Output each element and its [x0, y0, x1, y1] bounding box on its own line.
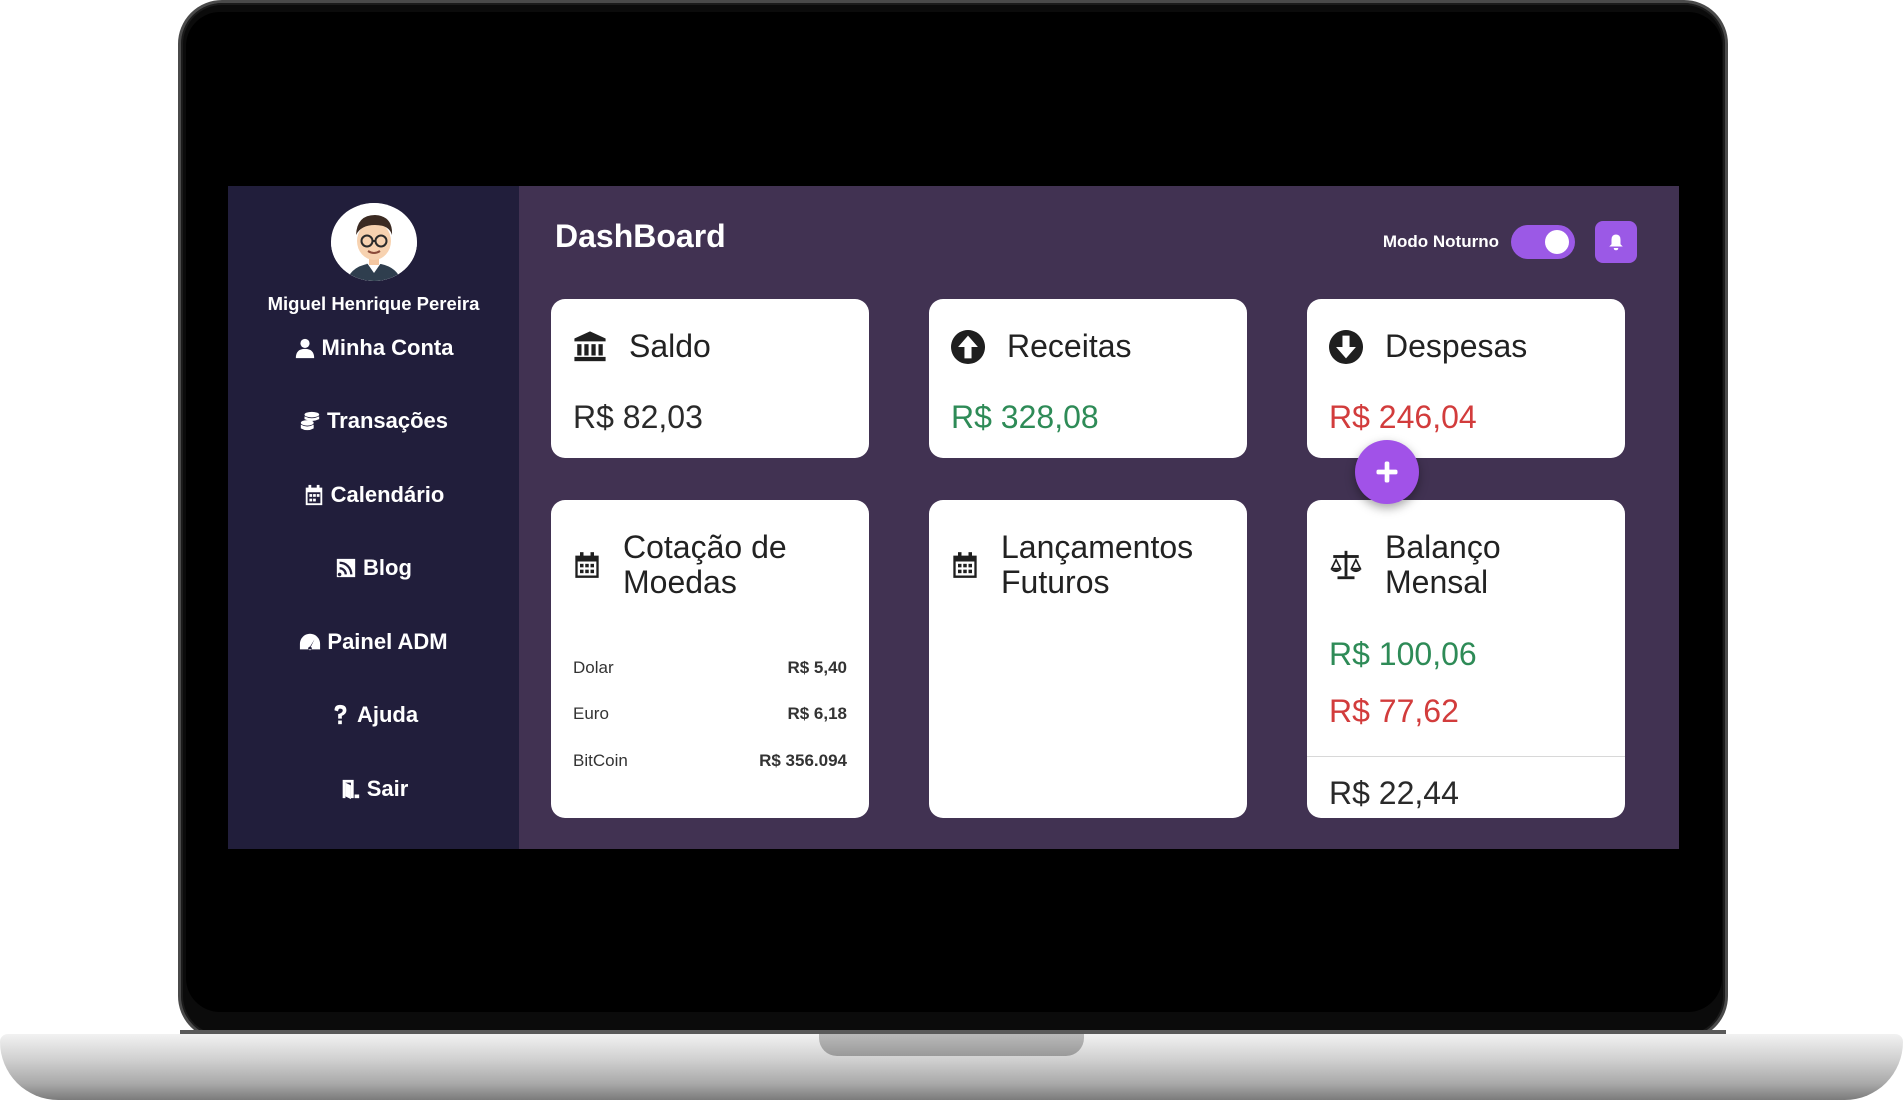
arrow-up-circle-icon	[951, 329, 985, 364]
divider	[1307, 756, 1625, 757]
card-cotacao-moedas[interactable]: Cotação de Moedas Dolar R$ 5,40 Euro R$ …	[551, 500, 869, 818]
card-title: Balanço Mensal	[1385, 529, 1501, 601]
sidebar-item-label: Blog	[363, 555, 412, 580]
sidebar-item-blog[interactable]: Blog	[335, 555, 412, 629]
card-header: Despesas	[1329, 328, 1528, 364]
door-exit-icon	[342, 779, 359, 799]
night-mode-toggle[interactable]	[1511, 225, 1575, 259]
card-title: Receitas	[1007, 328, 1132, 364]
rate-name: BitCoin	[573, 751, 628, 770]
sidebar-item-label: Sair	[366, 775, 409, 801]
card-title: Despesas	[1385, 328, 1528, 364]
card-balanco-mensal[interactable]: Balanço Mensal R$ 100,06 R$ 77,62 R$ 22,…	[1307, 500, 1625, 818]
card-header: Cotação de Moedas	[573, 529, 787, 601]
card-receitas[interactable]: Receitas R$ 328,08	[929, 299, 1247, 458]
sidebar-item-label: Minha Conta	[321, 334, 454, 360]
sidebar-item-minha-conta[interactable]: Minha Conta	[294, 335, 454, 409]
card-title: Cotação de Moedas	[623, 529, 787, 601]
card-title-line: Moedas	[623, 564, 737, 601]
main-content: DashBoard Modo Noturno Saldo R$ 82,03 Re…	[519, 186, 1679, 849]
despesas-value: R$ 246,04	[1329, 399, 1477, 435]
rate-value: R$ 6,18	[787, 704, 847, 723]
avatar-illustration	[330, 203, 417, 281]
calendar-icon	[953, 552, 977, 579]
sidebar-item-label: Painel ADM	[327, 628, 448, 654]
balanco-expense-value: R$ 77,62	[1329, 693, 1459, 729]
add-button[interactable]	[1355, 440, 1419, 504]
rate-row: Euro R$ 6,18	[573, 704, 847, 724]
rate-value: R$ 356.094	[759, 751, 847, 770]
card-title-line: Futuros	[1001, 564, 1110, 601]
arrow-down-circle-icon	[1329, 329, 1363, 364]
sidebar-item-ajuda[interactable]: Ajuda	[329, 702, 418, 776]
topbar-controls: Modo Noturno	[1383, 221, 1637, 263]
card-title-line: Lançamentos	[1001, 529, 1194, 565]
notifications-button[interactable]	[1595, 221, 1637, 263]
laptop-notch	[819, 1034, 1084, 1056]
card-title: Saldo	[629, 328, 711, 364]
card-header: Saldo	[573, 328, 711, 364]
card-saldo[interactable]: Saldo R$ 82,03	[551, 299, 869, 458]
rate-value: R$ 5,40	[787, 658, 847, 677]
toggle-knob	[1545, 230, 1569, 254]
bank-icon	[574, 331, 606, 361]
night-mode-label: Modo Noturno	[1382, 232, 1499, 251]
dashboard-app: Miguel Henrique Pereira Minha Conta Tran…	[228, 186, 1679, 849]
calendar-icon	[575, 552, 599, 579]
card-header: Balanço Mensal	[1329, 529, 1501, 601]
sidebar-item-label: Transações	[326, 408, 449, 433]
page-title: DashBoard	[555, 218, 726, 254]
saldo-value: R$ 82,03	[573, 399, 703, 435]
scale-balance-icon	[1330, 551, 1362, 580]
sidebar-nav: Minha Conta Transações Calendário Blog P…	[228, 335, 519, 850]
rate-name: Dolar	[573, 658, 614, 677]
gauge-icon	[300, 633, 321, 650]
plus-icon	[1376, 461, 1398, 483]
card-title-line: Balanço	[1385, 529, 1501, 565]
rate-name: Euro	[573, 704, 609, 723]
user-icon	[295, 338, 314, 358]
sidebar-item-label: Ajuda	[356, 702, 419, 727]
calendar-icon	[305, 484, 322, 505]
sidebar-item-label: Calendário	[330, 481, 445, 507]
user-name: Miguel Henrique Pereira	[267, 292, 480, 314]
receitas-value: R$ 328,08	[951, 399, 1099, 435]
question-icon	[334, 704, 347, 725]
card-header: Lançamentos Futuros	[951, 529, 1194, 601]
sidebar-item-calendario[interactable]: Calendário	[303, 481, 445, 556]
balanco-total-value: R$ 22,44	[1329, 775, 1459, 811]
rate-row: BitCoin R$ 356.094	[573, 751, 847, 771]
rss-icon	[336, 558, 356, 578]
bell-icon	[1609, 234, 1623, 251]
balanco-income-value: R$ 100,06	[1329, 636, 1477, 672]
sidebar-item-transacoes[interactable]: Transações	[299, 408, 448, 482]
card-title-line: Mensal	[1385, 564, 1489, 601]
sidebar-item-painel-adm[interactable]: Painel ADM	[299, 628, 448, 703]
card-title: Lançamentos Futuros	[1001, 529, 1194, 601]
avatar[interactable]	[330, 203, 417, 281]
card-title-line: Cotação de	[623, 529, 787, 565]
sidebar-item-sair[interactable]: Sair	[339, 775, 409, 850]
card-despesas[interactable]: Despesas R$ 246,04	[1307, 299, 1625, 458]
rate-row: Dolar R$ 5,40	[573, 658, 847, 678]
card-header: Receitas	[951, 328, 1132, 364]
coins-icon	[300, 411, 320, 431]
sidebar: Miguel Henrique Pereira Minha Conta Tran…	[228, 186, 519, 849]
card-lancamentos-futuros[interactable]: Lançamentos Futuros	[929, 500, 1247, 818]
